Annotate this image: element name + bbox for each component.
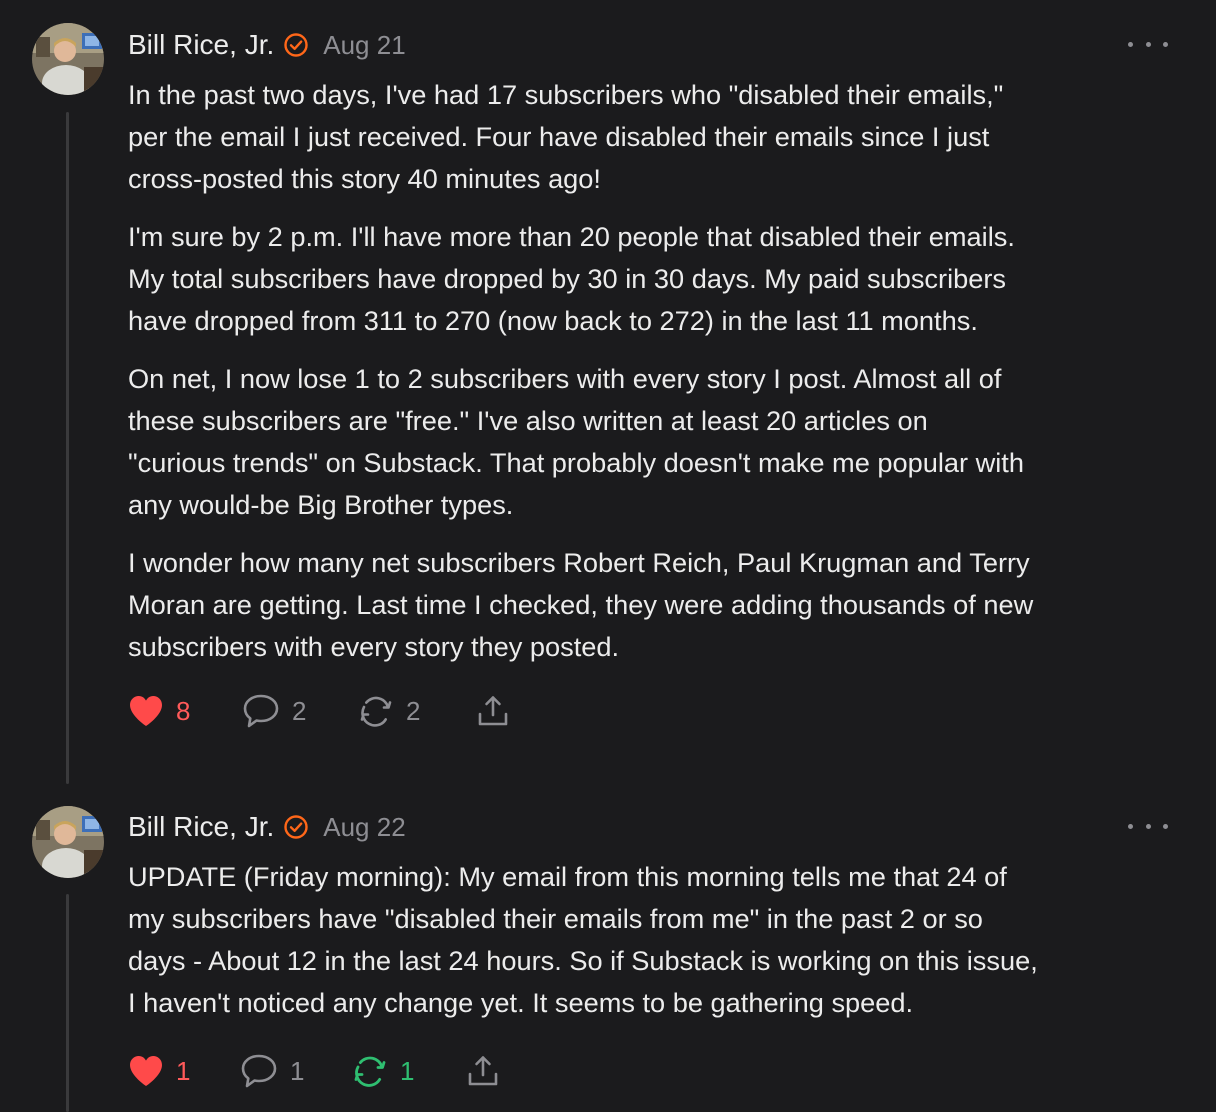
share-button[interactable] — [466, 1054, 500, 1088]
text-line: cross-posted this story 40 minutes ago! — [128, 163, 601, 194]
verified-badge-icon — [283, 32, 309, 58]
more-options-icon[interactable] — [1128, 816, 1168, 836]
comment-paragraph: UPDATE (Friday morning): My email from t… — [128, 856, 1194, 1024]
comment-date[interactable]: Aug 21 — [323, 30, 405, 61]
text-line: Moran are getting. Last time I checked, … — [128, 589, 1034, 620]
like-button[interactable]: 8 — [128, 694, 242, 728]
text-line: In the past two days, I've had 17 subscr… — [128, 79, 1004, 110]
verified-badge-icon — [283, 814, 309, 840]
restack-button[interactable]: 2 — [358, 694, 476, 728]
share-icon — [476, 694, 510, 728]
text-line: these subscribers are "free." I've also … — [128, 405, 928, 436]
text-line: On net, I now lose 1 to 2 subscribers wi… — [128, 363, 1002, 394]
comment-date[interactable]: Aug 22 — [323, 812, 405, 843]
restack-icon — [352, 1054, 388, 1088]
text-line: UPDATE (Friday morning): My email from t… — [128, 861, 1007, 892]
heart-icon — [128, 1054, 164, 1088]
comment-body: In the past two days, I've had 17 subscr… — [128, 74, 1194, 684]
text-line: I wonder how many net subscribers Robert… — [128, 547, 1030, 578]
text-line: my subscribers have "disabled their emai… — [128, 903, 983, 934]
comment-icon — [240, 1053, 278, 1089]
thread-line — [66, 894, 69, 1112]
comment-paragraph: I wonder how many net subscribers Robert… — [128, 542, 1194, 668]
text-line: My total subscribers have dropped by 30 … — [128, 263, 1006, 294]
reply-button[interactable]: 2 — [242, 693, 358, 729]
share-button[interactable] — [476, 694, 510, 728]
comment-icon — [242, 693, 280, 729]
text-line: have dropped from 311 to 270 (now back t… — [128, 305, 978, 336]
author-name[interactable]: Bill Rice, Jr. — [128, 29, 274, 61]
comment-actions: 1 1 1 — [128, 1051, 500, 1091]
comment-body: UPDATE (Friday morning): My email from t… — [128, 856, 1194, 1040]
restack-count: 1 — [400, 1055, 415, 1086]
reply-button[interactable]: 1 — [240, 1053, 352, 1089]
text-line: "curious trends" on Substack. That proba… — [128, 447, 1024, 478]
restack-count: 2 — [406, 695, 421, 726]
heart-icon — [128, 694, 164, 728]
text-line: I haven't noticed any change yet. It see… — [128, 987, 914, 1018]
thread-line — [66, 112, 69, 784]
more-options-icon[interactable] — [1128, 34, 1168, 54]
restack-icon — [358, 694, 394, 728]
avatar[interactable] — [32, 23, 104, 95]
text-line: any would-be Big Brother types. — [128, 489, 514, 520]
restack-button[interactable]: 1 — [352, 1054, 466, 1088]
avatar[interactable] — [32, 806, 104, 878]
share-icon — [466, 1054, 500, 1088]
like-count: 8 — [176, 695, 191, 726]
text-line: subscribers with every story they posted… — [128, 631, 620, 662]
like-count: 1 — [176, 1055, 191, 1086]
reply-count: 1 — [290, 1055, 305, 1086]
comment-paragraph: In the past two days, I've had 17 subscr… — [128, 74, 1194, 200]
comment-paragraph: I'm sure by 2 p.m. I'll have more than 2… — [128, 216, 1194, 342]
author-name[interactable]: Bill Rice, Jr. — [128, 811, 274, 843]
text-line: days - About 12 in the last 24 hours. So… — [128, 945, 1038, 976]
comment-paragraph: On net, I now lose 1 to 2 subscribers wi… — [128, 358, 1194, 526]
like-button[interactable]: 1 — [128, 1054, 240, 1088]
reply-count: 2 — [292, 695, 307, 726]
comment-actions: 8 2 2 — [128, 691, 510, 731]
comment-header: Bill Rice, Jr. Aug 21 — [128, 25, 406, 65]
text-line: I'm sure by 2 p.m. I'll have more than 2… — [128, 221, 1015, 252]
comment-header: Bill Rice, Jr. Aug 22 — [128, 807, 406, 847]
text-line: per the email I just received. Four have… — [128, 121, 990, 152]
